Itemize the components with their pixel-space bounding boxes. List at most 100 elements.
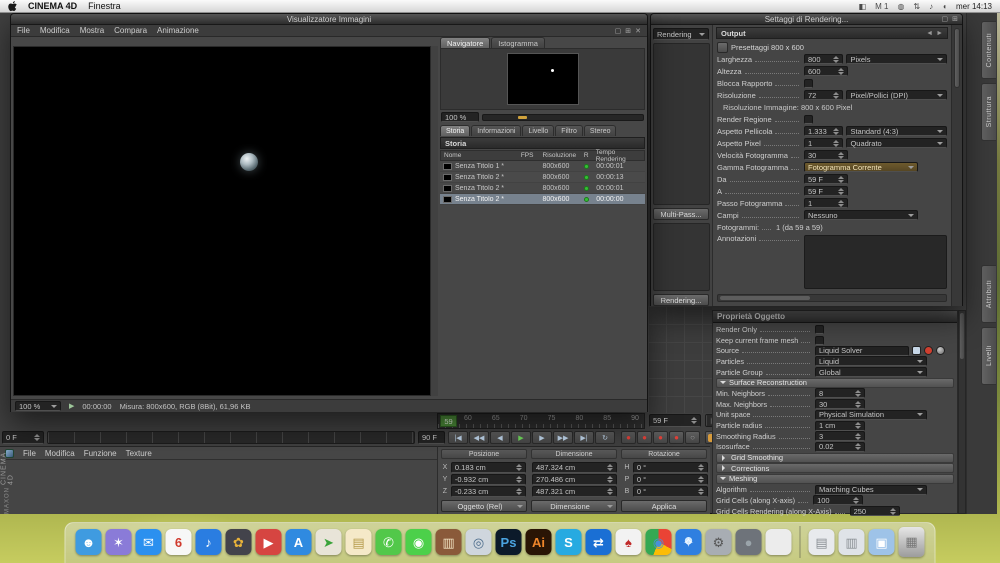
isosurface-field[interactable]: 0.02 bbox=[815, 441, 865, 452]
menubar-app-name[interactable]: CINEMA 4D bbox=[28, 1, 77, 11]
timeline-powerslider[interactable] bbox=[47, 431, 415, 444]
navigator-thumbnail[interactable] bbox=[506, 53, 579, 105]
position-field[interactable]: 0.183 cm bbox=[450, 461, 527, 473]
anim-start-spinner[interactable] bbox=[34, 434, 40, 441]
keyframe-button[interactable]: ● bbox=[669, 431, 684, 444]
transport-button[interactable]: |◀ bbox=[448, 431, 468, 444]
dock-app-icon[interactable]: ● bbox=[735, 529, 762, 555]
picture-viewer-titlebar[interactable]: Visualizzatore Immagini bbox=[11, 14, 647, 25]
dock-app-icon[interactable] bbox=[765, 529, 792, 555]
history-forward-icon[interactable]: ► bbox=[936, 30, 943, 37]
apple-menu[interactable] bbox=[8, 0, 17, 12]
lock-ratio-checkbox[interactable] bbox=[804, 78, 813, 88]
resolution-unit-dropdown[interactable]: Pixel/Pollici (DPI) bbox=[846, 90, 947, 100]
nav-tab[interactable]: Navigatore bbox=[440, 37, 491, 48]
transport-button[interactable]: ▶ bbox=[511, 431, 531, 444]
apply-button[interactable]: Applica bbox=[621, 500, 707, 512]
dimension-field[interactable]: 487.324 cm bbox=[531, 461, 617, 473]
keyframe-button[interactable]: ● bbox=[621, 431, 636, 444]
current-frame-spinner[interactable] bbox=[691, 417, 697, 424]
zoom-slider-handle[interactable] bbox=[518, 115, 528, 119]
dock-app-icon[interactable]: ✿ bbox=[225, 529, 252, 555]
menubar-status-icon[interactable]: ◧ bbox=[859, 2, 867, 11]
current-frame-field[interactable]: 59 F bbox=[649, 414, 701, 427]
multi-pass-button[interactable]: Multi-Pass... bbox=[653, 208, 709, 220]
frame-to-field[interactable]: 59 F bbox=[804, 186, 848, 196]
algorithm-dropdown[interactable]: Marching Cubes bbox=[815, 484, 927, 495]
dock-stack-icon[interactable]: ▤ bbox=[808, 529, 835, 555]
dock-app-icon[interactable]: ⚙ bbox=[705, 529, 732, 555]
frame-from-field[interactable]: 59 F bbox=[804, 174, 848, 184]
source-field[interactable]: Liquid Solver bbox=[815, 345, 909, 356]
pv-menu-item[interactable]: File bbox=[17, 26, 30, 35]
keyframe-button[interactable]: ● bbox=[637, 431, 652, 444]
unit-space-dropdown[interactable]: Physical Simulation bbox=[815, 409, 927, 420]
menubar-status-icon[interactable]: ◍ bbox=[897, 2, 904, 11]
side-tab-livelli[interactable]: Livelli bbox=[981, 327, 996, 385]
menubar-status-icon[interactable]: ♪ bbox=[929, 2, 933, 11]
dock-app-icon[interactable]: ♪ bbox=[195, 529, 222, 555]
material-menu-item[interactable]: Modifica bbox=[45, 449, 75, 458]
dock-app-icon[interactable]: ▶ bbox=[255, 529, 282, 555]
transport-button[interactable]: ◀◀ bbox=[469, 431, 489, 444]
material-menu-item[interactable]: File bbox=[23, 449, 36, 458]
dock-app-icon[interactable]: ▤ bbox=[345, 529, 372, 555]
menubar-status-icon[interactable]: ⇅ bbox=[913, 2, 920, 11]
menubar-clock[interactable]: mer 14:13 bbox=[956, 2, 992, 11]
dock-app-icon[interactable]: S bbox=[555, 529, 582, 555]
window-control-icon[interactable]: ⊞ bbox=[952, 14, 958, 25]
pv-menu-item[interactable]: Modifica bbox=[40, 26, 70, 35]
transport-button[interactable]: ▶ bbox=[532, 431, 552, 444]
dimension-field[interactable]: 270.486 cm bbox=[531, 473, 617, 485]
link-arrow-icon[interactable] bbox=[912, 346, 921, 356]
info-tab[interactable]: Storia bbox=[440, 125, 471, 136]
timeline-playhead[interactable]: 59 bbox=[440, 415, 457, 427]
dock-app-icon[interactable]: ☻ bbox=[75, 529, 102, 555]
keep-current-frame-mesh-checkbox[interactable] bbox=[815, 335, 824, 345]
dock-app-icon[interactable]: Ps bbox=[495, 529, 522, 555]
rotation-field[interactable]: 0 ° bbox=[632, 485, 708, 497]
position-field[interactable]: -0.932 cm bbox=[450, 473, 527, 485]
keyframe-button[interactable]: ● bbox=[653, 431, 668, 444]
frame-step-field[interactable]: 1 bbox=[804, 198, 848, 208]
width-unit-dropdown[interactable]: Pixels bbox=[846, 54, 947, 64]
transport-button[interactable]: ↻ bbox=[595, 431, 615, 444]
dock-app-icon[interactable]: A bbox=[285, 529, 312, 555]
dock-app-icon[interactable]: ➤ bbox=[315, 529, 342, 555]
window-control-icon[interactable]: ▢ bbox=[942, 14, 949, 25]
render-preset-list[interactable] bbox=[653, 43, 710, 205]
width-field[interactable]: 800 bbox=[804, 54, 844, 64]
info-tab[interactable]: Informazioni bbox=[471, 125, 522, 136]
viewer-zoom-dropdown[interactable]: 100 % bbox=[15, 401, 61, 411]
material-manager-body[interactable] bbox=[0, 459, 437, 514]
smoothing-radius-field[interactable]: 3 bbox=[815, 431, 865, 442]
output-header[interactable]: Output ◄ ► bbox=[716, 27, 948, 39]
min-neighbors-field[interactable]: 8 bbox=[815, 388, 865, 399]
dimension-field[interactable]: 487.321 cm bbox=[531, 485, 617, 497]
keyframe-button[interactable]: ○ bbox=[685, 431, 700, 444]
window-control-icon[interactable]: ✕ bbox=[635, 27, 641, 35]
dock-app-icon[interactable]: ✉ bbox=[135, 529, 162, 555]
resolution-field[interactable]: 72 bbox=[804, 90, 844, 100]
info-tab[interactable]: Livello bbox=[522, 125, 555, 136]
link-clear-icon[interactable] bbox=[924, 346, 933, 356]
dock-app-icon[interactable]: ◎ bbox=[465, 529, 492, 555]
dock-app-icon[interactable]: Ai bbox=[525, 529, 552, 555]
play-icon[interactable]: ▶ bbox=[69, 402, 74, 410]
frame-range-dropdown[interactable]: Fotogramma Corrente bbox=[804, 162, 918, 172]
dock-app-icon[interactable]: ✆ bbox=[375, 529, 402, 555]
dock-trash-icon[interactable]: ▦ bbox=[898, 527, 925, 557]
window-control-icon[interactable]: ▢ bbox=[615, 27, 622, 35]
grid-cells-field[interactable]: 100 bbox=[813, 495, 864, 506]
link-object-icon[interactable] bbox=[936, 346, 945, 356]
height-field[interactable]: 600 bbox=[804, 66, 848, 76]
max-neighbors-field[interactable]: 30 bbox=[815, 399, 865, 410]
render-region-checkbox[interactable] bbox=[804, 114, 813, 124]
output-horizontal-scrollbar[interactable] bbox=[717, 294, 947, 302]
side-tab-attributi[interactable]: Attributi bbox=[981, 265, 996, 323]
renderer-dropdown[interactable]: Rendering bbox=[653, 28, 709, 40]
annotations-box[interactable] bbox=[804, 235, 947, 289]
dock-stack-icon[interactable]: ▣ bbox=[868, 529, 895, 555]
pv-menu-item[interactable]: Compara bbox=[114, 26, 147, 35]
info-tab[interactable]: Filtro bbox=[555, 125, 583, 136]
